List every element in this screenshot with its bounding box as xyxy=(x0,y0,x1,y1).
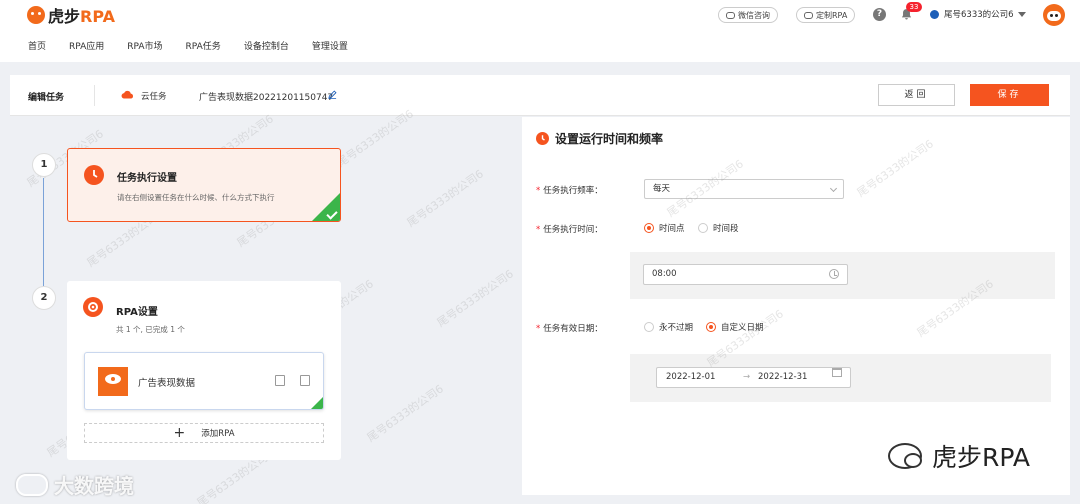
rpa-list-item[interactable]: 广告表现数据 xyxy=(84,352,324,410)
radio-unchecked-icon xyxy=(698,223,708,233)
radio-checked-icon xyxy=(706,322,716,332)
end-date: 2022-12-31 xyxy=(758,372,808,382)
wechat-consult-button[interactable]: 微信咨询 xyxy=(718,7,778,23)
step-number: 1 xyxy=(32,153,56,177)
date-range-picker[interactable]: 2022-12-01 → 2022-12-31 xyxy=(656,367,851,388)
company-switcher[interactable]: 尾号6333的公司6 xyxy=(930,8,1026,20)
valid-date-label: * 任务有效日期： xyxy=(536,324,603,334)
exec-time-label: * 任务执行时间： xyxy=(536,225,603,235)
nav-home[interactable]: 首页 xyxy=(28,39,46,52)
step-connector xyxy=(43,178,44,286)
top-bar: 虎步RPA 首页 RPA应用 RPA市场 RPA任务 设备控制台 管理设置 微信… xyxy=(0,0,1080,62)
caret-down-icon xyxy=(1017,11,1026,17)
step-rpa-settings-card: RPA设置 共 1 个, 已完成 1 个 广告表现数据 + 添加RPA xyxy=(67,281,341,460)
rpa-thumbnail xyxy=(98,367,128,396)
radio-time-point[interactable]: 时间点 xyxy=(644,222,685,234)
clock-icon xyxy=(84,165,104,185)
radio-checked-icon xyxy=(644,223,654,233)
plus-icon: + xyxy=(173,425,186,441)
wechat-icon xyxy=(726,11,735,19)
calendar-icon xyxy=(832,368,842,377)
wechat-icon xyxy=(888,443,922,469)
tiger-logo-icon xyxy=(27,6,45,24)
pencil-icon[interactable] xyxy=(328,90,337,99)
time-input[interactable]: 08:00 xyxy=(643,264,848,285)
gear-icon xyxy=(83,297,103,317)
notification-badge: 33 xyxy=(906,2,922,12)
logo[interactable]: 虎步RPA xyxy=(27,4,115,26)
page-title: 编辑任务 xyxy=(28,93,65,103)
completed-corner xyxy=(311,397,323,409)
step-task-execution-card[interactable]: 任务执行设置 请在右侧设置任务在什么时候、什么方式下执行 xyxy=(67,148,341,222)
cloud-icon xyxy=(121,90,134,99)
avatar[interactable] xyxy=(1043,4,1065,26)
trash-icon[interactable] xyxy=(300,375,310,386)
custom-rpa-button[interactable]: 定制RPA xyxy=(796,7,856,23)
rpa-name: 广告表现数据 xyxy=(138,378,196,389)
back-button[interactable]: 返回 xyxy=(878,84,955,106)
nav-rpa-tasks[interactable]: RPA任务 xyxy=(186,39,221,52)
step-progress: 共 1 个, 已完成 1 个 xyxy=(116,325,185,334)
step-number: 2 xyxy=(32,286,56,310)
radio-never-expire[interactable]: 永不过期 xyxy=(644,321,693,333)
step-title: RPA设置 xyxy=(116,307,158,318)
frequency-label: * 任务执行频率： xyxy=(536,186,603,196)
radio-unchecked-icon xyxy=(644,322,654,332)
nav-rpa-market[interactable]: RPA市场 xyxy=(127,39,162,52)
edit-task-header: 编辑任务 云任务 广告表现数据20221201150747 返回 保存 xyxy=(10,75,1070,116)
dsk-logo-icon xyxy=(16,473,48,496)
frequency-select[interactable]: 每天 xyxy=(644,179,844,199)
nav-admin-settings[interactable]: 管理设置 xyxy=(312,39,348,52)
logo-text: 虎步RPA xyxy=(48,7,115,26)
clock-icon xyxy=(536,132,549,145)
chevron-down-icon xyxy=(829,184,838,193)
task-name: 广告表现数据20221201150747 xyxy=(199,93,334,103)
company-icon xyxy=(930,9,939,19)
task-type-label: 云任务 xyxy=(141,92,167,102)
radio-time-range[interactable]: 时间段 xyxy=(698,222,739,234)
dsk-watermark: 大数跨境 xyxy=(16,470,134,499)
brand-watermark: 虎步RPA xyxy=(888,438,1030,474)
main-nav: 首页 RPA应用 RPA市场 RPA任务 设备控制台 管理设置 xyxy=(28,39,371,52)
completed-corner xyxy=(312,193,340,221)
copy-icon[interactable] xyxy=(275,375,285,386)
clock-icon xyxy=(829,269,839,279)
step-title: 任务执行设置 xyxy=(117,173,177,184)
arrow-right-icon: → xyxy=(743,372,751,382)
nav-rpa-apps[interactable]: RPA应用 xyxy=(69,39,104,52)
nav-device-console[interactable]: 设备控制台 xyxy=(244,39,289,52)
divider xyxy=(94,85,95,106)
step-description: 请在右侧设置任务在什么时候、什么方式下执行 xyxy=(117,193,275,202)
add-rpa-button[interactable]: + 添加RPA xyxy=(84,423,324,443)
help-icon[interactable]: ? xyxy=(873,8,886,21)
save-button[interactable]: 保存 xyxy=(970,84,1049,106)
start-date: 2022-12-01 xyxy=(666,372,716,382)
edit-doc-icon xyxy=(804,11,813,19)
radio-custom-date[interactable]: 自定义日期 xyxy=(706,321,764,333)
panel-title: 设置运行时间和频率 xyxy=(555,132,664,146)
